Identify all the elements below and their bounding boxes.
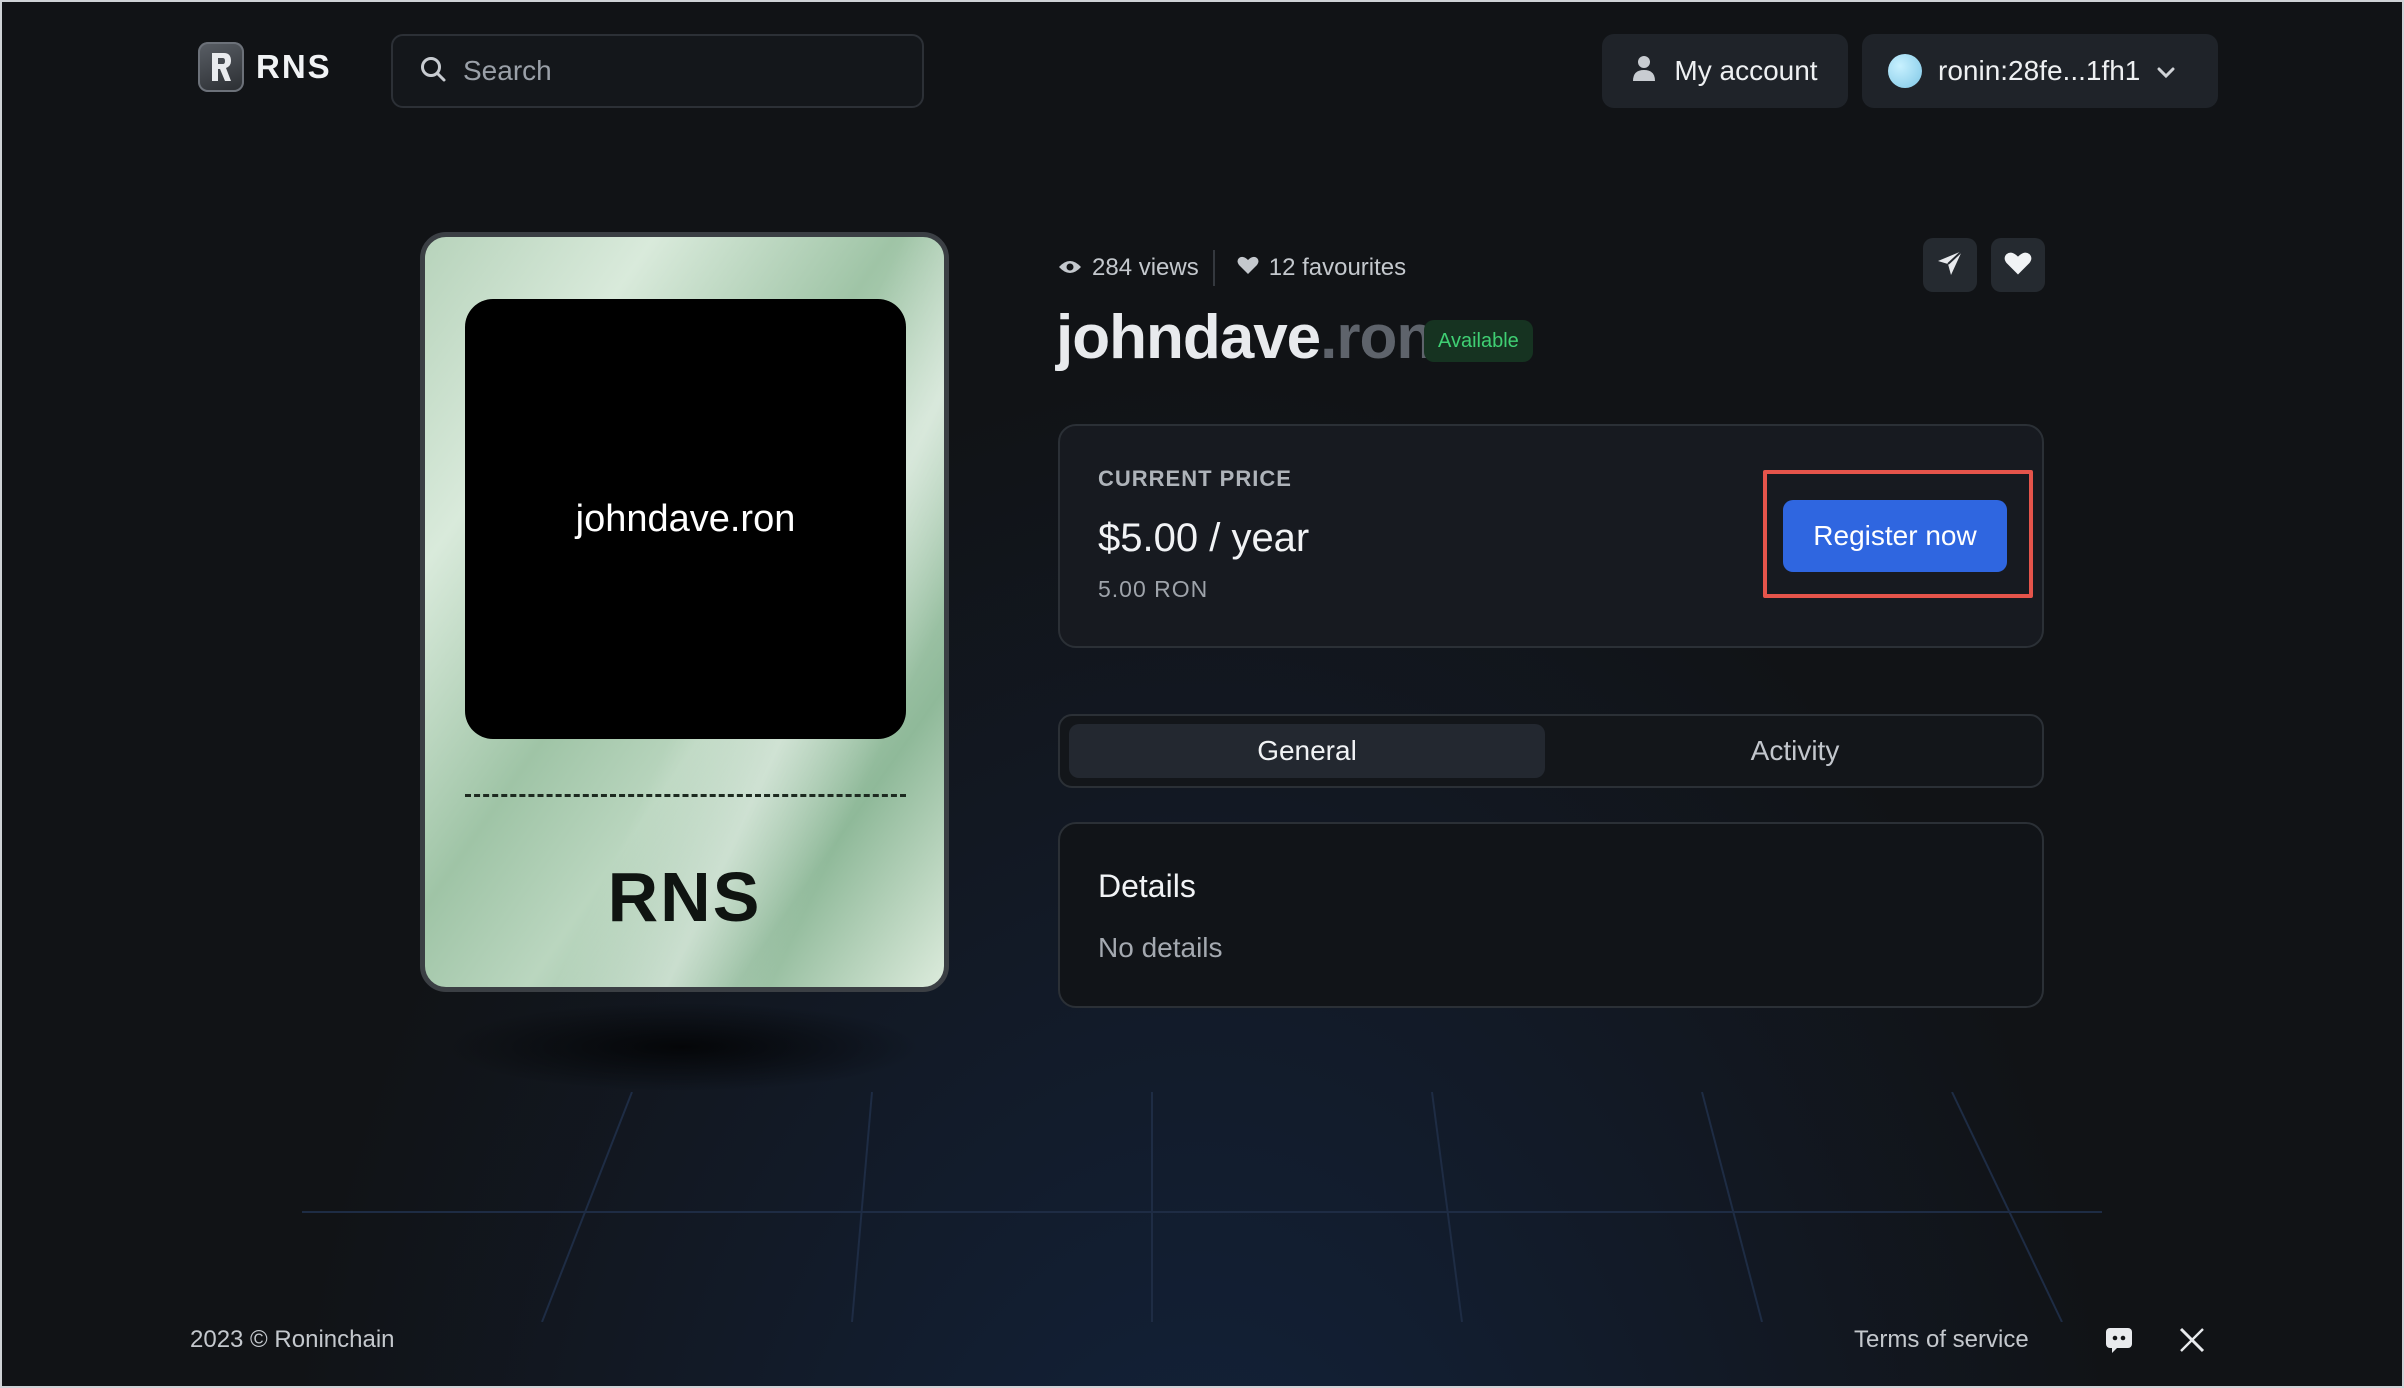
views-stat: 284 views (1058, 254, 1199, 282)
price-value: $5.00 / year (1098, 516, 1310, 560)
heart-icon (1237, 254, 1259, 282)
domain-tld: .ron (1320, 303, 1434, 372)
heart-icon (2004, 250, 2032, 281)
my-account-label: My account (1674, 55, 1818, 86)
favourites-stat: 12 favourites (1237, 254, 1406, 282)
share-button[interactable] (1923, 238, 1977, 292)
eye-icon (1058, 254, 1082, 282)
wallet-dropdown[interactable]: ronin:28fe...1fh1 (1862, 34, 2218, 108)
domain-name: johndave (1056, 303, 1321, 372)
favourite-button[interactable] (1991, 238, 2045, 292)
user-icon (1632, 54, 1656, 89)
chevron-down-icon (2156, 55, 2176, 87)
send-icon (1936, 249, 1964, 282)
stats-divider (1212, 250, 1215, 286)
wallet-avatar (1888, 54, 1922, 88)
views-count: 284 views (1092, 254, 1199, 281)
search-icon (419, 55, 447, 88)
availability-badge: Available (1424, 320, 1533, 362)
tab-bar: General Activity (1058, 714, 2044, 788)
search-bar[interactable] (391, 34, 924, 108)
price-panel: CURRENT PRICE $5.00 / year 5.00 RON Regi… (1058, 424, 2044, 648)
copyright: 2023 © Roninchain (190, 1326, 395, 1353)
search-input[interactable] (463, 55, 883, 87)
card-domain-name: johndave.ron (465, 299, 906, 739)
details-panel: Details No details (1058, 822, 2044, 1008)
domain-stats: 284 views 12 favourites (1058, 250, 1406, 286)
details-title: Details (1098, 868, 1196, 904)
app-window: RNS My account ronin:28fe...1fh1 johndav… (0, 0, 2404, 1388)
logo-text: RNS (256, 48, 332, 85)
tab-general[interactable]: General (1069, 724, 1545, 778)
x-twitter-icon[interactable] (2172, 1320, 2212, 1360)
domain-nft-card: johndave.ron RNS (420, 232, 949, 992)
rns-logo-icon (198, 42, 244, 92)
tab-activity[interactable]: Activity (1557, 724, 2033, 778)
domain-title: johndave.ron (1056, 302, 1434, 373)
price-label: CURRENT PRICE (1098, 466, 1292, 491)
my-account-button[interactable]: My account (1602, 34, 1848, 108)
floor-grid-decoration (302, 1092, 2102, 1322)
card-shadow (442, 1002, 922, 1092)
rns-logo[interactable]: RNS (198, 42, 332, 92)
terms-of-service-link[interactable]: Terms of service (1854, 1326, 2029, 1354)
card-brand: RNS (607, 858, 762, 936)
price-ron: 5.00 RON (1098, 576, 1209, 602)
card-divider (465, 794, 906, 797)
wallet-address: ronin:28fe...1fh1 (1938, 55, 2141, 86)
register-now-button[interactable]: Register now (1783, 500, 2007, 572)
discord-icon[interactable] (2099, 1320, 2139, 1360)
favourites-count: 12 favourites (1268, 254, 1407, 281)
details-body: No details (1098, 932, 1223, 963)
